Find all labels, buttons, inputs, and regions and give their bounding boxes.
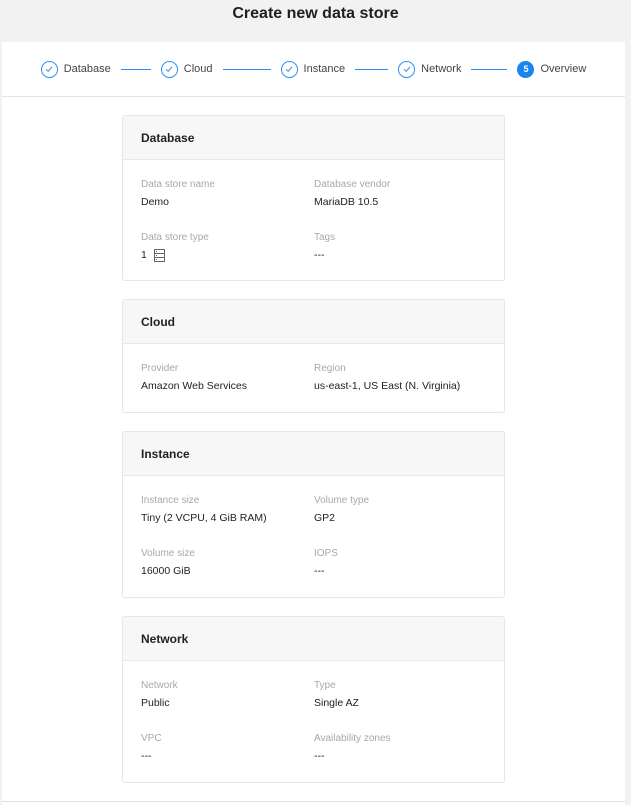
section-title: Database <box>123 116 504 160</box>
step-connector <box>471 68 508 70</box>
field-label: Volume size <box>141 548 195 559</box>
field-label: Data store name <box>141 179 215 190</box>
step-number-badge: 5 <box>517 60 535 78</box>
field-value: 1 <box>141 249 209 262</box>
field-value: Amazon Web Services <box>141 380 248 392</box>
field-value: 16000 GiB <box>141 565 191 577</box>
field-data-store-type: Data store type 1 <box>141 232 209 262</box>
field-availability-zones: Availability zones --- <box>314 733 391 763</box>
step-network[interactable]: Network <box>398 60 462 78</box>
field-value: Single AZ <box>314 697 359 709</box>
field-vpc: VPC --- <box>141 733 162 763</box>
step-instance[interactable]: Instance <box>280 60 346 78</box>
field-network: Network Public <box>141 680 178 710</box>
field-value: Tiny (2 VCPU, 4 GiB RAM) <box>141 512 267 524</box>
cloud-section: Cloud Provider Amazon Web Services Regio… <box>122 299 505 413</box>
check-icon <box>160 60 178 78</box>
section-title: Cloud <box>123 300 504 344</box>
field-label: Availability zones <box>314 733 391 744</box>
check-icon <box>398 60 416 78</box>
field-label: Database vendor <box>314 179 391 190</box>
step-database[interactable]: Database <box>40 60 111 78</box>
field-tags: Tags --- <box>314 232 335 262</box>
step-cloud[interactable]: Cloud <box>160 60 213 78</box>
check-icon <box>280 60 298 78</box>
wizard-panel: Database Cloud Instance Network 5 Overvi… <box>2 42 625 805</box>
field-database-vendor: Database vendor MariaDB 10.5 <box>314 179 390 209</box>
field-value: Demo <box>141 196 170 208</box>
database-section: Database Data store name Demo Database v… <box>122 115 505 281</box>
field-value: GP2 <box>314 512 336 524</box>
field-label: Region <box>314 363 346 374</box>
field-value: --- <box>314 249 325 261</box>
field-label: Tags <box>314 232 336 243</box>
field-label: Data store type <box>141 232 209 243</box>
section-title: Instance <box>123 432 504 476</box>
field-label: VPC <box>141 733 162 744</box>
field-label: Volume type <box>314 495 370 506</box>
field-label: Provider <box>141 363 179 374</box>
field-label: Instance size <box>141 495 200 506</box>
section-title: Network <box>123 617 504 661</box>
field-label: IOPS <box>314 548 338 559</box>
field-value: MariaDB 10.5 <box>314 196 379 208</box>
page-title: Create new data store <box>232 5 399 22</box>
step-connector <box>120 68 151 70</box>
step-connector <box>355 68 389 70</box>
field-label: Network <box>141 680 178 691</box>
network-section: Network Network Public Type Single AZ VP… <box>122 616 505 783</box>
server-stack-icon <box>153 249 165 262</box>
field-value: --- <box>314 750 325 762</box>
step-label: Database <box>63 63 111 75</box>
field-value: --- <box>141 750 152 762</box>
stepper: Database Cloud Instance Network 5 Overvi… <box>2 42 625 97</box>
field-value: Public <box>141 697 170 709</box>
field-volume-type: Volume type GP2 <box>314 495 369 525</box>
field-value: --- <box>314 565 325 577</box>
field-network-type: Type Single AZ <box>314 680 359 710</box>
footer-divider <box>2 801 625 802</box>
check-icon <box>40 60 58 78</box>
data-store-type-count: 1 <box>141 249 147 261</box>
step-overview[interactable]: 5 Overview <box>517 60 587 78</box>
field-volume-size: Volume size 16000 GiB <box>141 548 195 578</box>
step-label: Cloud <box>183 63 213 75</box>
instance-section: Instance Instance size Tiny (2 VCPU, 4 G… <box>122 431 505 598</box>
field-value: us-east-1, US East (N. Virginia) <box>314 380 461 392</box>
field-provider: Provider Amazon Web Services <box>141 363 247 393</box>
field-data-store-name: Data store name Demo <box>141 179 215 209</box>
field-label: Type <box>314 680 336 691</box>
step-label: Instance <box>303 63 346 75</box>
field-instance-size: Instance size Tiny (2 VCPU, 4 GiB RAM) <box>141 495 267 525</box>
field-region: Region us-east-1, US East (N. Virginia) <box>314 363 460 393</box>
field-iops: IOPS --- <box>314 548 338 578</box>
step-label: Overview <box>540 63 587 75</box>
step-label: Network <box>421 63 462 75</box>
step-connector <box>222 68 271 70</box>
